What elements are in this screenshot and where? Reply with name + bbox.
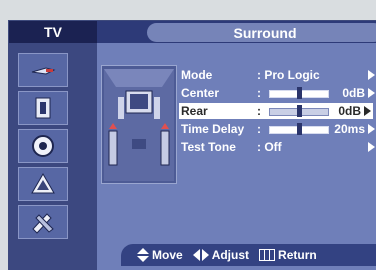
menu-icon <box>259 249 276 261</box>
slider-knob[interactable] <box>297 87 302 99</box>
left-right-arrow-icon <box>192 249 209 261</box>
slider-knob[interactable] <box>297 105 302 117</box>
adjust-hint: Adjust <box>192 248 249 262</box>
menu-row-test-tone[interactable]: Test Tone : Off <box>179 139 376 155</box>
up-down-arrow-icon <box>137 248 149 262</box>
menu-title: Surround <box>147 23 376 42</box>
surround-preview-image <box>101 65 177 184</box>
menu-row-time-delay[interactable]: Time Delay : 20ms <box>179 121 376 137</box>
room-speakers-icon <box>104 68 174 181</box>
sidebar-item-tools[interactable] <box>18 205 68 239</box>
tv-tab[interactable]: TV <box>9 21 97 43</box>
right-arrow-icon <box>368 88 375 98</box>
sidebar-item-channel[interactable] <box>18 129 68 163</box>
sidebar-item-setup[interactable] <box>18 167 68 201</box>
antenna-icon <box>31 67 56 75</box>
disc-icon <box>32 135 54 157</box>
menu-header: TV Surround <box>9 21 376 43</box>
tools-icon <box>32 213 54 234</box>
time-delay-slider[interactable] <box>269 123 329 135</box>
menu-row-center[interactable]: Center : 0dB <box>179 85 376 101</box>
rear-slider[interactable] <box>269 105 329 117</box>
right-arrow-icon <box>368 142 375 152</box>
right-arrow-icon <box>368 124 375 134</box>
footer-help: Move Adjust Return <box>137 247 327 263</box>
right-arrow-icon <box>368 70 375 80</box>
sidebar-item-sound[interactable] <box>18 91 68 125</box>
sidebar-item-input[interactable] <box>18 53 68 87</box>
menu-row-mode[interactable]: Mode : Pro Logic <box>179 67 376 83</box>
function-icon <box>31 173 55 194</box>
slider-knob[interactable] <box>297 123 302 135</box>
menu-row-rear[interactable]: Rear : 0dB <box>179 103 373 119</box>
speaker-icon <box>35 97 51 119</box>
return-hint: Return <box>259 248 317 262</box>
center-slider[interactable] <box>269 87 329 99</box>
right-arrow-icon <box>364 106 371 116</box>
tv-menu-screen: TV Surround Mode: Pro Logic Center: 0d… <box>8 20 376 270</box>
move-hint: Move <box>137 248 183 262</box>
sidebar <box>9 43 97 270</box>
